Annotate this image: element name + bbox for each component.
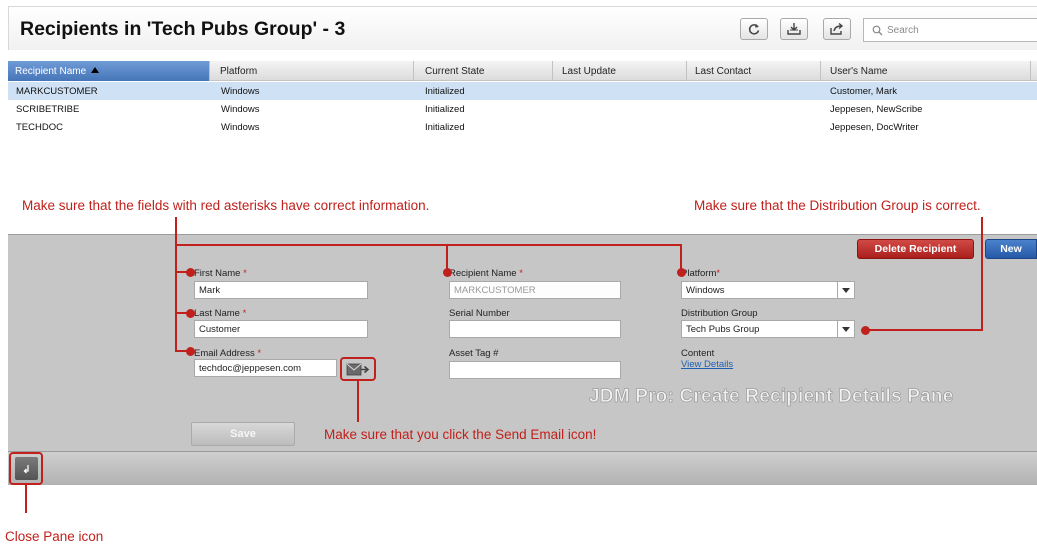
- last-name-label: Last Name *: [194, 308, 247, 319]
- required-asterisk: *: [243, 268, 247, 279]
- column-divider: [413, 61, 414, 81]
- distribution-group-label: Distribution Group: [681, 308, 758, 319]
- table-row[interactable]: MARKCUSTOMER Windows Initialized Custome…: [8, 82, 1037, 100]
- cell-current-state: Initialized: [425, 104, 465, 115]
- table-header: Recipient Name Platform Current State La…: [8, 61, 1037, 81]
- column-header-last-update[interactable]: Last Update: [562, 66, 616, 77]
- recipient-name-field: MARKCUSTOMER: [449, 281, 621, 299]
- cell-users-name: Jeppesen, DocWriter: [830, 122, 919, 133]
- asset-tag-field[interactable]: [449, 361, 621, 379]
- email-field[interactable]: techdoc@jeppesen.com: [194, 359, 337, 377]
- column-header-users-name[interactable]: User's Name: [830, 66, 887, 77]
- import-button[interactable]: [780, 18, 808, 40]
- annotation-distribution-group: Make sure that the Distribution Group is…: [694, 198, 981, 213]
- cell-current-state: Initialized: [425, 122, 465, 133]
- column-divider: [1030, 61, 1031, 81]
- export-icon: [830, 22, 844, 35]
- cell-users-name: Jeppesen, NewScribe: [830, 104, 923, 115]
- last-name-field[interactable]: Customer: [194, 320, 368, 338]
- required-asterisk: *: [257, 348, 262, 359]
- serial-number-label: Serial Number: [449, 308, 510, 319]
- column-divider: [209, 61, 210, 81]
- recipient-name-label: Recipient Name *: [449, 268, 523, 279]
- required-asterisk: *: [716, 268, 721, 279]
- sort-ascending-icon: [90, 67, 99, 73]
- required-asterisk: *: [242, 308, 247, 319]
- column-header-recipient-name[interactable]: Recipient Name: [15, 66, 99, 77]
- column-header-last-contact[interactable]: Last Contact: [695, 66, 751, 77]
- watermark-title: JDM Pro: Create Recipient Details Pane: [589, 386, 954, 408]
- view-details-link[interactable]: View Details: [681, 359, 733, 370]
- cell-current-state: Initialized: [425, 86, 465, 97]
- distribution-group-dropdown-button[interactable]: [838, 320, 855, 338]
- chevron-down-icon: [842, 326, 850, 332]
- cell-recipient-name: SCRIBETRIBE: [16, 104, 80, 115]
- asset-tag-label: Asset Tag #: [449, 348, 499, 359]
- column-header-current-state[interactable]: Current State: [425, 66, 484, 77]
- delete-recipient-button[interactable]: Delete Recipient: [857, 239, 974, 259]
- serial-number-field[interactable]: [449, 320, 621, 338]
- export-button[interactable]: [823, 18, 851, 40]
- table-row[interactable]: TECHDOC Windows Initialized Jeppesen, Do…: [8, 118, 1037, 136]
- cell-recipient-name: MARKCUSTOMER: [16, 86, 98, 97]
- distribution-group-select[interactable]: Tech Pubs Group: [681, 320, 838, 338]
- annotation-send-email: Make sure that you click the Send Email …: [324, 427, 597, 442]
- search-input[interactable]: Search: [863, 18, 1037, 42]
- column-divider: [820, 61, 821, 81]
- annotation-asterisks: Make sure that the fields with red aster…: [22, 198, 430, 213]
- refresh-button[interactable]: [740, 18, 768, 40]
- page-title: Recipients in 'Tech Pubs Group' - 3: [20, 18, 346, 40]
- bottom-toolbar: [8, 451, 1037, 485]
- content-label: Content: [681, 348, 715, 359]
- search-icon: [872, 25, 883, 36]
- import-icon: [787, 23, 801, 35]
- cell-users-name: Customer, Mark: [830, 86, 898, 97]
- save-button[interactable]: Save: [191, 422, 295, 446]
- table-row[interactable]: SCRIBETRIBE Windows Initialized Jeppesen…: [8, 100, 1037, 118]
- platform-label: Platform*: [681, 268, 721, 279]
- first-name-label: First Name *: [194, 268, 247, 279]
- chevron-down-icon: [842, 287, 850, 293]
- required-asterisk: *: [519, 268, 523, 279]
- column-divider: [686, 61, 687, 81]
- refresh-icon: [748, 24, 760, 35]
- column-header-platform[interactable]: Platform: [220, 66, 257, 77]
- cell-platform: Windows: [221, 86, 260, 97]
- first-name-field[interactable]: Mark: [194, 281, 368, 299]
- new-button[interactable]: New: [985, 239, 1037, 259]
- cell-platform: Windows: [221, 104, 260, 115]
- platform-dropdown-button[interactable]: [838, 281, 855, 299]
- recipient-details-pane: [8, 234, 1037, 451]
- cell-platform: Windows: [221, 122, 260, 133]
- platform-select[interactable]: Windows: [681, 281, 838, 299]
- search-placeholder: Search: [887, 25, 919, 36]
- column-divider: [552, 61, 553, 81]
- email-address-label: Email Address *: [194, 348, 262, 359]
- annotation-close-pane: Close Pane icon: [5, 529, 104, 544]
- cell-recipient-name: TECHDOC: [16, 122, 63, 133]
